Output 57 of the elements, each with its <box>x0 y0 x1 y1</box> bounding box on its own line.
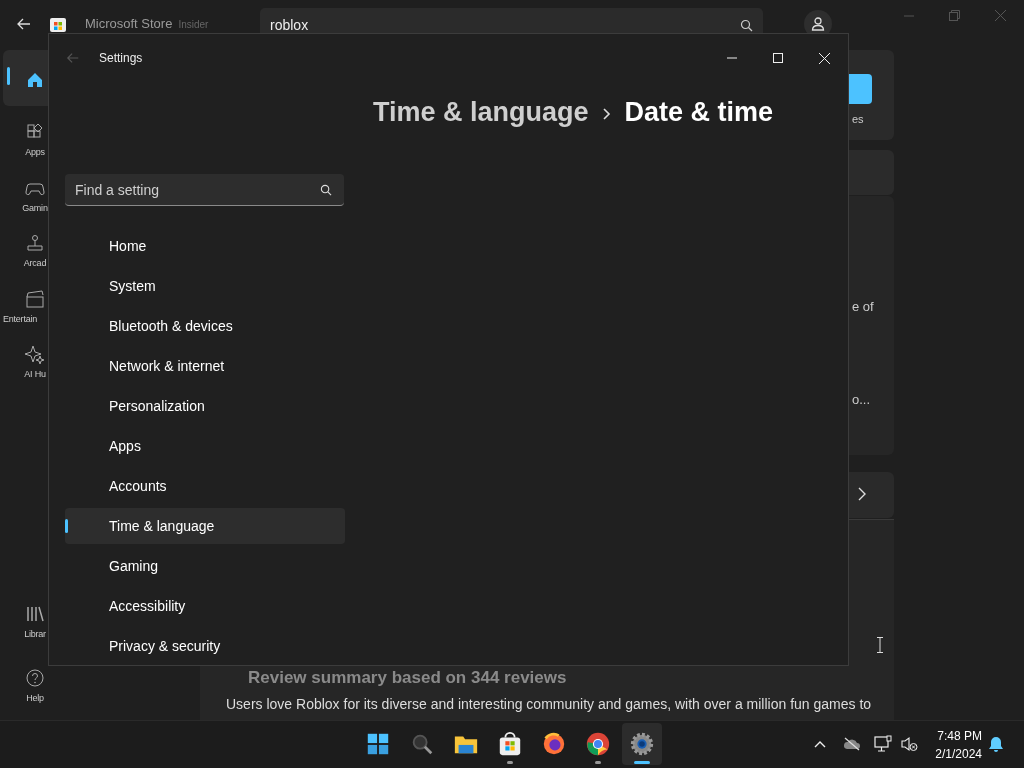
description-text: o... <box>852 391 871 409</box>
review-summary-text: Users love Roblox for its diverse and interesting community and games, with over a million fun games to <box>226 695 872 714</box>
description-text: e of <box>852 298 874 316</box>
search-icon[interactable] <box>320 184 332 196</box>
home-icon <box>25 70 45 90</box>
clapperboard-icon <box>25 288 45 309</box>
text-cursor-icon <box>876 637 884 653</box>
insider-label: Insider <box>178 17 209 32</box>
nav-item[interactable]: Time & language <box>65 508 345 544</box>
nav-item[interactable]: System <box>65 268 345 304</box>
nav-item[interactable]: Privacy & security <box>65 628 345 664</box>
button-label: es <box>852 112 864 127</box>
chevron-up-icon[interactable] <box>814 740 826 748</box>
chrome-icon <box>585 731 611 757</box>
cloud-off-icon[interactable] <box>843 737 861 751</box>
search-field[interactable]: Find a setting <box>65 174 344 206</box>
nav-item[interactable]: Accounts <box>65 468 345 504</box>
store-logo-icon <box>49 15 67 33</box>
joystick-icon <box>25 233 45 253</box>
nav-item[interactable]: Gaming <box>65 548 345 584</box>
bell-icon[interactable] <box>988 736 1004 752</box>
window-title: Settings <box>99 50 143 67</box>
app-title: Microsoft Store <box>85 15 173 34</box>
volume-muted-icon[interactable] <box>901 736 918 752</box>
nav-item[interactable]: Entertain <box>3 282 67 328</box>
taskbar-button[interactable] <box>622 723 662 765</box>
person-icon <box>811 17 825 31</box>
gear-icon <box>629 731 655 757</box>
help-icon <box>25 667 45 688</box>
nav-item[interactable]: Librar <box>3 598 67 644</box>
library-icon <box>25 604 45 624</box>
firefox-icon <box>541 731 567 757</box>
nav-item[interactable]: Help <box>3 661 67 707</box>
page-title: Date & time <box>624 96 774 129</box>
chevron-right-icon <box>602 108 611 120</box>
nav-item[interactable]: Arcad <box>3 227 67 273</box>
nav-item[interactable]: Bluetooth & devices <box>65 308 345 344</box>
breadcrumb-link[interactable]: Time & language <box>373 92 589 133</box>
nav-item[interactable]: Personalization <box>65 388 345 424</box>
clock-date[interactable]: 2/1/2024 <box>928 745 982 763</box>
clock-time[interactable]: 7:48 PM <box>932 727 982 745</box>
nav-item[interactable]: Network & internet <box>65 348 345 384</box>
nav-item[interactable]: AI Hu <box>3 338 67 384</box>
nav-item[interactable]: Apps <box>3 116 67 162</box>
maximize-icon[interactable] <box>773 53 783 63</box>
nav-item[interactable]: Accessibility <box>65 588 345 624</box>
nav-item[interactable]: Apps <box>65 428 345 464</box>
nav-item[interactable]: Home <box>65 228 345 264</box>
store-icon <box>497 731 523 757</box>
back-arrow-icon[interactable] <box>16 16 32 32</box>
review-heading: Review summary based on 344 reviews <box>248 668 567 688</box>
nav-item[interactable]: Gamin <box>3 171 67 217</box>
sparkle-icon <box>25 344 45 364</box>
chevron-right-icon[interactable] <box>858 487 867 501</box>
search-icon[interactable] <box>740 18 753 32</box>
windows-start-icon <box>365 731 391 757</box>
network-icon[interactable] <box>874 735 892 753</box>
